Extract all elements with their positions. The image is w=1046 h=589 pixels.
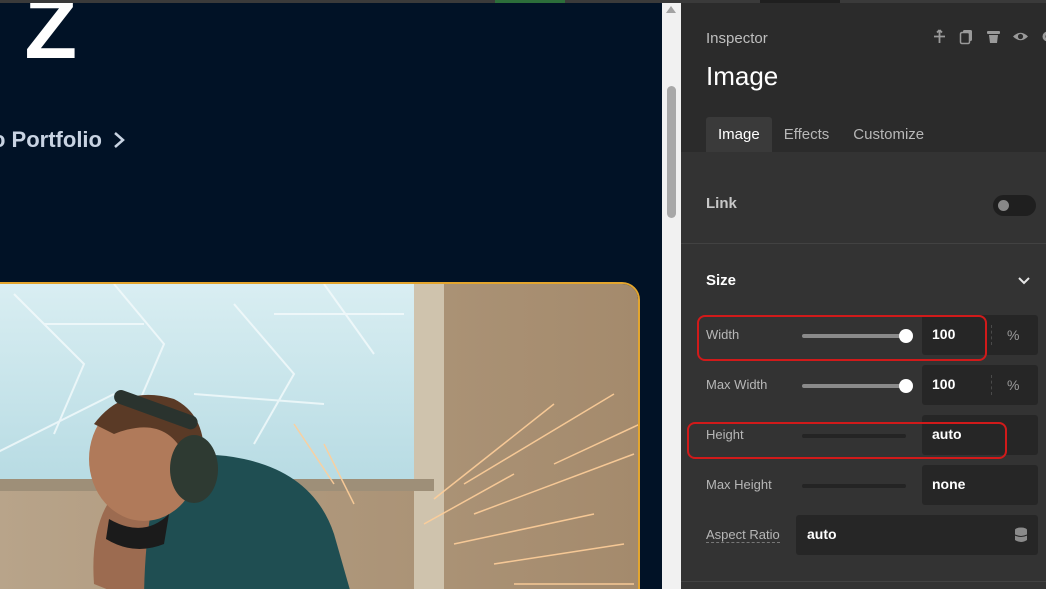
width-value: 100 (932, 326, 956, 342)
unit-separator (991, 375, 992, 395)
width-input[interactable]: 100 % (922, 315, 1038, 355)
width-property: Width 100 % (681, 315, 1046, 355)
height-label: Height (706, 427, 744, 442)
portfolio-link[interactable]: o Portfolio (0, 127, 126, 153)
height-value: auto (932, 426, 962, 442)
tab-effects[interactable]: Effects (772, 117, 842, 152)
max-width-value: 100 (932, 376, 956, 392)
unit-separator (991, 325, 992, 345)
max-height-property: Max Height none (681, 465, 1046, 505)
max-width-input[interactable]: 100 % (922, 365, 1038, 405)
inspector-title: Image (706, 61, 779, 91)
inspector-label: Inspector (706, 30, 768, 47)
scroll-up-arrow-icon[interactable] (666, 6, 676, 13)
portfolio-link-label: o Portfolio (0, 127, 102, 152)
size-section-heading[interactable]: Size (706, 272, 736, 289)
aspect-ratio-label: Aspect Ratio (706, 527, 780, 543)
max-height-label: Max Height (706, 477, 772, 492)
max-height-value: none (932, 476, 966, 492)
width-slider-thumb[interactable] (899, 329, 913, 343)
trash-icon[interactable] (985, 28, 1002, 45)
max-width-property: Max Width 100 % (681, 365, 1046, 405)
eye-icon[interactable] (1012, 28, 1029, 45)
max-width-slider[interactable] (802, 379, 913, 393)
width-unit[interactable]: % (1007, 327, 1019, 343)
section-divider (681, 581, 1046, 582)
top-strip-accent (495, 0, 565, 3)
aspect-ratio-property: Aspect Ratio auto (681, 515, 1046, 555)
chevron-down-icon[interactable] (1017, 274, 1031, 288)
top-strip-dark (760, 0, 840, 3)
link-label: Link (706, 195, 737, 212)
max-height-slider[interactable] (802, 484, 906, 488)
image-illustration (0, 284, 638, 589)
tab-customize[interactable]: Customize (841, 117, 936, 152)
move-icon[interactable] (931, 28, 948, 45)
max-width-slider-fill (802, 384, 906, 388)
aspect-ratio-select[interactable]: auto (796, 515, 1038, 555)
scroll-thumb[interactable] (667, 86, 676, 218)
hero-title: t Z (0, 0, 79, 77)
width-slider[interactable] (802, 329, 913, 343)
width-slider-fill (802, 334, 906, 338)
height-input[interactable]: auto (922, 415, 1038, 455)
page-canvas: t Z o Portfolio (0, 0, 662, 589)
chevron-right-icon (114, 132, 125, 148)
link-toggle[interactable] (993, 195, 1036, 216)
top-strip (0, 0, 1046, 3)
max-width-unit[interactable]: % (1007, 377, 1019, 393)
inspector-panel: Inspector Image Image Effects Customize (681, 0, 1046, 589)
width-label: Width (706, 327, 740, 342)
inspector-tabs: Image Effects Customize (706, 117, 936, 152)
duplicate-icon[interactable] (958, 28, 975, 45)
inspector-header: Inspector Image Image Effects Customize (681, 0, 1046, 152)
inspector-actions (931, 28, 1046, 45)
tab-image[interactable]: Image (706, 117, 772, 152)
height-property: Height auto (681, 415, 1046, 455)
max-width-label: Max Width (706, 377, 768, 392)
selected-image[interactable] (0, 282, 640, 589)
canvas-scrollbar[interactable] (662, 0, 681, 589)
aspect-ratio-value: auto (807, 526, 837, 542)
gear-icon[interactable] (1039, 28, 1046, 45)
max-height-input[interactable]: none (922, 465, 1038, 505)
height-slider[interactable] (802, 434, 906, 438)
link-row: Link (681, 152, 1046, 244)
max-width-slider-thumb[interactable] (899, 379, 913, 393)
toggle-knob (998, 200, 1009, 211)
database-icon[interactable] (1014, 526, 1028, 544)
